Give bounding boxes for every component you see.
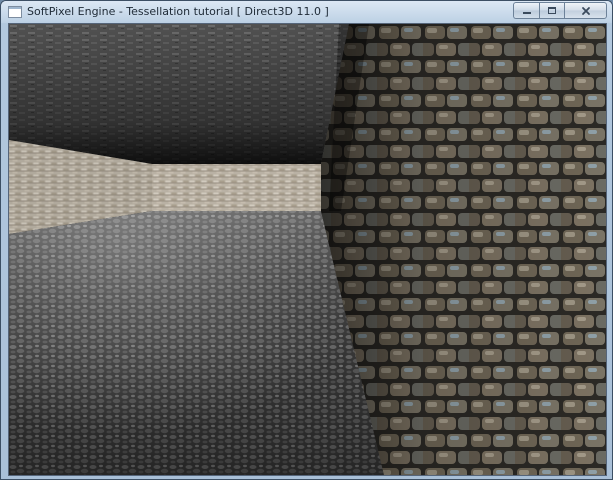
- corridor-scene: [9, 24, 606, 475]
- minimize-icon: [522, 11, 531, 14]
- title-bar[interactable]: SoftPixel Engine - Tessellation tutorial…: [1, 1, 612, 23]
- close-icon: [581, 6, 590, 15]
- caption-buttons: [513, 2, 607, 20]
- render-viewport[interactable]: [8, 23, 607, 476]
- blank-window-icon[interactable]: [7, 4, 23, 20]
- app-window: SoftPixel Engine - Tessellation tutorial…: [0, 0, 613, 480]
- close-button[interactable]: [564, 2, 607, 19]
- maximize-button[interactable]: [539, 2, 564, 19]
- window-title: SoftPixel Engine - Tessellation tutorial…: [27, 5, 329, 18]
- minimize-button[interactable]: [513, 2, 539, 19]
- maximize-icon: [548, 7, 556, 14]
